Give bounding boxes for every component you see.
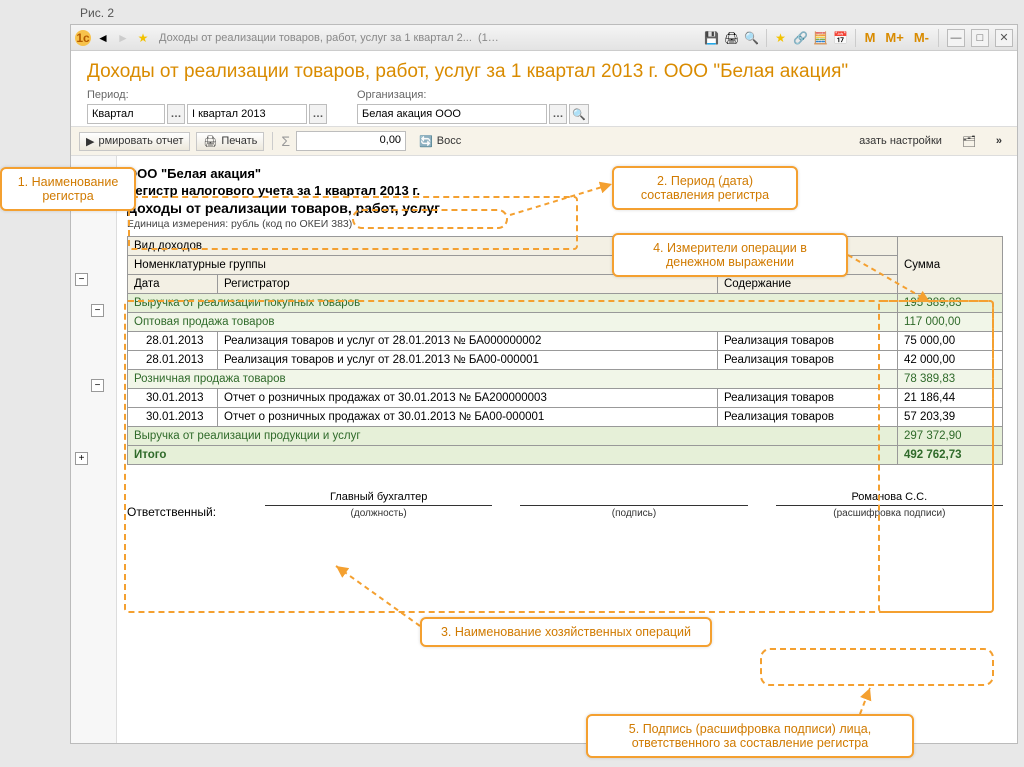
report-toolbar: ▶ рмировать отчет 🖨 Печать Σ 0,00 🔄 Восс…: [71, 126, 1017, 156]
config-button[interactable]: 🗂: [955, 132, 983, 151]
tree-gutter: − − − +: [71, 156, 117, 743]
tree-collapse-button[interactable]: −: [75, 273, 88, 286]
content-area: − − − + ООО "Белая акация" Регистр налог…: [71, 156, 1017, 743]
more-button[interactable]: »: [989, 132, 1009, 150]
fwd-icon[interactable]: ►: [115, 30, 131, 46]
star-icon[interactable]: ★: [773, 30, 789, 46]
preview-icon[interactable]: 🔍: [744, 30, 760, 46]
sig-sign-sub: (подпись): [612, 508, 656, 519]
resp-label: Ответственный:: [127, 505, 237, 519]
period-label: Период:: [87, 89, 327, 101]
col-sum: Сумма: [897, 237, 1002, 294]
col-reg: Регистратор: [218, 275, 718, 294]
window-title: Доходы от реализации товаров, работ, усл…: [159, 32, 499, 44]
separator: [855, 29, 856, 47]
callout-2: 2. Период (дата) составления регистра: [612, 166, 798, 210]
show-settings-button[interactable]: азать настройки: [852, 132, 949, 150]
callout-3: 3. Наименование хозяйственных операций: [420, 617, 712, 647]
maximize-button[interactable]: □: [971, 29, 989, 47]
save-icon[interactable]: 💾: [704, 30, 720, 46]
org-label: Организация:: [357, 89, 589, 101]
calendar-icon[interactable]: 📅: [833, 30, 849, 46]
report-line1: Регистр налогового учета за 1 квартал 20…: [127, 183, 1003, 198]
period-value-picker[interactable]: …: [309, 104, 327, 124]
col-date: Дата: [128, 275, 218, 294]
report-line2: Доходы от реализации товаров, работ, усл…: [127, 200, 1003, 216]
mem-mplus-button[interactable]: M+: [882, 30, 906, 45]
table-row[interactable]: Выручка от реализации продукции и услуг2…: [128, 427, 1003, 446]
signature-row: Ответственный: Главный бухгалтер (должно…: [127, 491, 1003, 519]
table-row[interactable]: 30.01.2013Отчет о розничных продажах от …: [128, 408, 1003, 427]
period-value-input[interactable]: I квартал 2013: [187, 104, 307, 124]
org-search-button[interactable]: 🔍: [569, 104, 589, 124]
table-row[interactable]: Итого492 762,73: [128, 446, 1003, 465]
report-unit: Единица измерения: рубль (код по ОКЕИ 38…: [127, 218, 1003, 230]
print-icon[interactable]: 🖨: [724, 30, 740, 46]
form-report-button[interactable]: ▶ рмировать отчет: [79, 132, 190, 151]
callout-1: 1. Наименование регистра: [0, 167, 136, 211]
period-type-input[interactable]: Квартал: [87, 104, 165, 124]
tree-collapse-button[interactable]: −: [91, 379, 104, 392]
org-input[interactable]: Белая акация ООО: [357, 104, 547, 124]
table-row[interactable]: 28.01.2013Реализация товаров и услуг от …: [128, 351, 1003, 370]
callout-5: 5. Подпись (расшифровка подписи) лица, о…: [586, 714, 914, 758]
close-button[interactable]: ✕: [995, 29, 1013, 47]
table-row[interactable]: Выручка от реализации покупных товаров19…: [128, 294, 1003, 313]
col-content: Содержание: [717, 275, 897, 294]
sum-display: 0,00: [296, 131, 406, 151]
app-icon: 1c: [75, 30, 91, 46]
sig-position-sub: (должность): [351, 508, 407, 519]
table-row[interactable]: 28.01.2013Реализация товаров и услуг от …: [128, 332, 1003, 351]
table-row[interactable]: Оптовая продажа товаров117 000,00: [128, 313, 1003, 332]
separator: [272, 132, 273, 150]
report-org: ООО "Белая акация": [127, 166, 1003, 181]
org-picker[interactable]: …: [549, 104, 567, 124]
period-type-picker[interactable]: …: [167, 104, 185, 124]
filter-row: Период: Квартал … I квартал 2013 … Орган…: [71, 87, 1017, 126]
favorite-icon[interactable]: ★: [135, 30, 151, 46]
sig-position: Главный бухгалтер: [330, 491, 427, 503]
minimize-button[interactable]: —: [947, 29, 965, 47]
mem-mminus-button[interactable]: M-: [911, 30, 932, 45]
titlebar: 1c ◄ ► ★ Доходы от реализации товаров, р…: [71, 25, 1017, 51]
sigma-label: Σ: [281, 133, 290, 149]
report-table: Вид доходовСумма Номенклатурные группы Д…: [127, 236, 1003, 465]
report-title: Доходы от реализации товаров, работ, усл…: [71, 51, 1017, 87]
back-icon[interactable]: ◄: [95, 30, 111, 46]
table-row[interactable]: Розничная продажа товаров78 389,83: [128, 370, 1003, 389]
table-row[interactable]: 30.01.2013Отчет о розничных продажах от …: [128, 389, 1003, 408]
link-icon[interactable]: 🔗: [793, 30, 809, 46]
tree-expand-button[interactable]: +: [75, 452, 88, 465]
print-button[interactable]: 🖨 Печать: [196, 132, 264, 151]
sig-name-sub: (расшифровка подписи): [833, 508, 945, 519]
figure-label: Рис. 2: [80, 6, 114, 20]
separator: [938, 29, 939, 47]
restore-button[interactable]: 🔄 Восс: [412, 132, 468, 151]
sig-name: Романова С.С.: [851, 491, 927, 503]
callout-4: 4. Измерители операции в денежном выраже…: [612, 233, 848, 277]
tree-collapse-button[interactable]: −: [91, 304, 104, 317]
mem-m-button[interactable]: M: [862, 30, 879, 45]
separator: [766, 29, 767, 47]
calc-icon[interactable]: 🧮: [813, 30, 829, 46]
report-body: ООО "Белая акация" Регистр налогового уч…: [117, 156, 1017, 743]
